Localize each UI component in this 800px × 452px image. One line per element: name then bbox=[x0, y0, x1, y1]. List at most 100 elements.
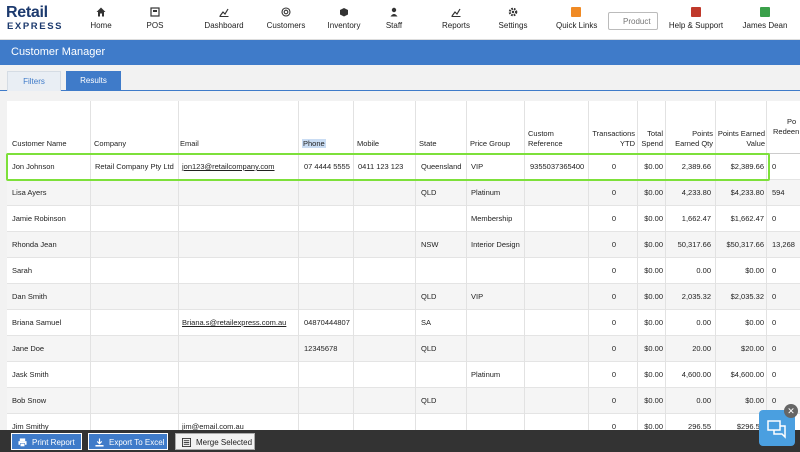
cell-price-group: VIP bbox=[471, 292, 484, 301]
tab-filters[interactable]: Filters bbox=[7, 71, 61, 91]
cell-points-earned-qty: 1,662.47 bbox=[681, 214, 711, 223]
table-row[interactable]: Jon Johnson Retail Company Pty Ltd jon123@… bbox=[7, 154, 800, 180]
table-row[interactable]: Jane Doe 12345678 QLD 0 $0.00 20.00 $20.00 0 bbox=[7, 336, 800, 362]
col-mobile[interactable]: Mobile bbox=[357, 139, 379, 149]
print-report-button[interactable]: Print Report bbox=[11, 433, 82, 450]
retail-express-logo[interactable]: Retail EXPRESS bbox=[6, 5, 66, 35]
gear-icon bbox=[508, 7, 518, 17]
cell-state: QLD bbox=[421, 344, 437, 353]
col-custom-reference[interactable]: Custom Reference bbox=[528, 129, 563, 149]
col-points-earned-qty[interactable]: Points Earned Qty bbox=[667, 129, 713, 149]
cell-total-spend: $0.00 bbox=[644, 214, 663, 223]
cell-email[interactable]: Briana.s@retailexpress.com.au bbox=[182, 310, 286, 336]
person-icon bbox=[390, 7, 398, 17]
col-phone[interactable]: Phone bbox=[302, 139, 326, 149]
nav-inventory[interactable]: Inventory bbox=[326, 7, 362, 35]
cell-transactions-ytd: 0 bbox=[611, 188, 616, 197]
col-total-spend-line1: Total bbox=[647, 129, 663, 138]
user-icon bbox=[760, 7, 770, 17]
cell-points-earned-value: $0.00 bbox=[745, 396, 764, 405]
nav-home[interactable]: Home bbox=[84, 7, 118, 35]
tab-results[interactable]: Results bbox=[66, 71, 121, 91]
nav-quick-links[interactable]: Quick Links bbox=[556, 7, 597, 35]
cell-transactions-ytd: 0 bbox=[611, 292, 616, 301]
cell-transactions-ytd: 0 bbox=[611, 370, 616, 379]
cell-customer-name: Dan Smith bbox=[12, 292, 48, 301]
table-row[interactable]: Jamie Robinson Membership 0 $0.00 1,662.47 $1… bbox=[7, 206, 800, 232]
page-title: Customer Manager bbox=[11, 46, 106, 58]
merge-selected-button[interactable]: Merge Selected bbox=[175, 433, 255, 450]
col-email[interactable]: Email bbox=[180, 139, 199, 149]
cell-points-redeemed: 594 bbox=[772, 188, 785, 197]
table-row[interactable]: Dan Smith QLD VIP 0 $0.00 2,035.32 $2,035.32 0 bbox=[7, 284, 800, 310]
cell-points-earned-value: $50,317.66 bbox=[726, 240, 764, 249]
col-price-group[interactable]: Price Group bbox=[470, 139, 510, 149]
nav-dashboard[interactable]: Dashboard bbox=[203, 7, 245, 35]
table-row[interactable]: Sarah 0 $0.00 0.00 $0.00 0 bbox=[7, 258, 800, 284]
cell-customer-name: Rhonda Jean bbox=[12, 240, 57, 249]
col-redeemed-line1: Po bbox=[787, 117, 797, 126]
col-transactions-ytd[interactable]: Transactions YTD bbox=[589, 129, 635, 149]
column-divider bbox=[588, 101, 589, 430]
merge-selected-label: Merge Selected bbox=[196, 438, 253, 447]
cell-total-spend: $0.00 bbox=[644, 266, 663, 275]
cell-points-earned-value: $0.00 bbox=[745, 318, 764, 327]
footer-action-bar: Print Report Export To Excel Merge Selec… bbox=[0, 430, 800, 452]
page-title-bar: Customer Manager bbox=[0, 40, 800, 65]
table-row[interactable]: Jask Smith Platinum 0 $0.00 4,600.00 $4,600.0… bbox=[7, 362, 800, 388]
col-custom-reference-line1: Custom bbox=[528, 129, 554, 138]
logo-text-line2: EXPRESS bbox=[7, 21, 64, 32]
nav-help-label: Help & Support bbox=[668, 21, 724, 30]
cell-email[interactable]: jon123@retailcompany.com bbox=[182, 154, 275, 180]
cell-phone: 04870444807 bbox=[304, 318, 350, 327]
nav-help-support[interactable]: Help & Support bbox=[668, 7, 724, 35]
cell-price-group: VIP bbox=[471, 162, 484, 171]
cell-customer-name: Sarah bbox=[12, 266, 33, 275]
nav-staff[interactable]: Staff bbox=[382, 7, 406, 35]
cell-transactions-ytd: 0 bbox=[611, 162, 616, 171]
nav-user-menu[interactable]: James Dean bbox=[742, 7, 788, 35]
nav-inventory-label: Inventory bbox=[327, 21, 361, 30]
col-points-qty-line2: Earned Qty bbox=[675, 139, 713, 148]
cell-email[interactable]: jim@email.com.au bbox=[182, 414, 244, 430]
cell-total-spend: $0.00 bbox=[644, 240, 663, 249]
export-excel-button[interactable]: Export To Excel bbox=[88, 433, 168, 450]
nav-pos-label: POS bbox=[146, 21, 164, 30]
table-row[interactable]: Bob Snow QLD 0 $0.00 0.00 $0.00 0 bbox=[7, 388, 800, 414]
col-points-earned-value[interactable]: Points Earned Value bbox=[715, 129, 765, 149]
table-header: Customer Name Company Email Phone Mobile… bbox=[7, 101, 800, 154]
table-row[interactable]: Lisa Ayers QLD Platinum 0 $0.00 4,233.80 $4,23… bbox=[7, 180, 800, 206]
col-company[interactable]: Company bbox=[94, 139, 126, 149]
cell-customer-name: Jane Doe bbox=[12, 344, 45, 353]
cell-points-earned-value: $4,233.80 bbox=[730, 188, 764, 197]
nav-staff-label: Staff bbox=[385, 21, 403, 30]
col-customer-name[interactable]: Customer Name bbox=[12, 139, 67, 149]
reports-chart-icon bbox=[451, 8, 461, 17]
cell-price-group: Platinum bbox=[471, 370, 501, 379]
col-state[interactable]: State bbox=[419, 139, 437, 149]
nav-pos[interactable]: POS bbox=[140, 7, 170, 35]
table-row[interactable]: Jim Smithy jim@email.com.au 0 $0.00 296.55 $2… bbox=[7, 414, 800, 430]
cell-custom-reference: 9355037365400 bbox=[530, 162, 585, 171]
cell-points-redeemed: 0 bbox=[772, 292, 777, 301]
cell-points-earned-qty: 2,035.32 bbox=[681, 292, 711, 301]
cell-points-earned-qty: 2,389.66 bbox=[681, 162, 711, 171]
column-divider bbox=[665, 101, 666, 430]
nav-customers[interactable]: Customers bbox=[265, 7, 307, 35]
cell-total-spend: $0.00 bbox=[644, 422, 663, 430]
column-divider bbox=[637, 101, 638, 430]
col-points-redeemed[interactable]: Po Redeen bbox=[773, 117, 799, 137]
product-search-input[interactable] bbox=[608, 12, 658, 30]
cell-customer-name: Jask Smith bbox=[12, 370, 49, 379]
table-row[interactable]: Briana Samuel Briana.s@retailexpress.com.… bbox=[7, 310, 800, 336]
nav-reports[interactable]: Reports bbox=[440, 7, 472, 35]
nav-settings[interactable]: Settings bbox=[497, 7, 529, 35]
cell-state: SA bbox=[421, 318, 432, 327]
chat-close-icon[interactable]: ✕ bbox=[784, 404, 798, 418]
cell-total-spend: $0.00 bbox=[644, 292, 663, 301]
cell-points-redeemed: 0 bbox=[772, 318, 777, 327]
table-row[interactable]: Rhonda Jean NSW Interior Design 0 $0.00 50,31… bbox=[7, 232, 800, 258]
col-total-spend[interactable]: Total Spend bbox=[637, 129, 663, 149]
cell-phone: 07 4444 5555 bbox=[304, 162, 350, 171]
col-phone-label: Phone bbox=[302, 139, 326, 148]
